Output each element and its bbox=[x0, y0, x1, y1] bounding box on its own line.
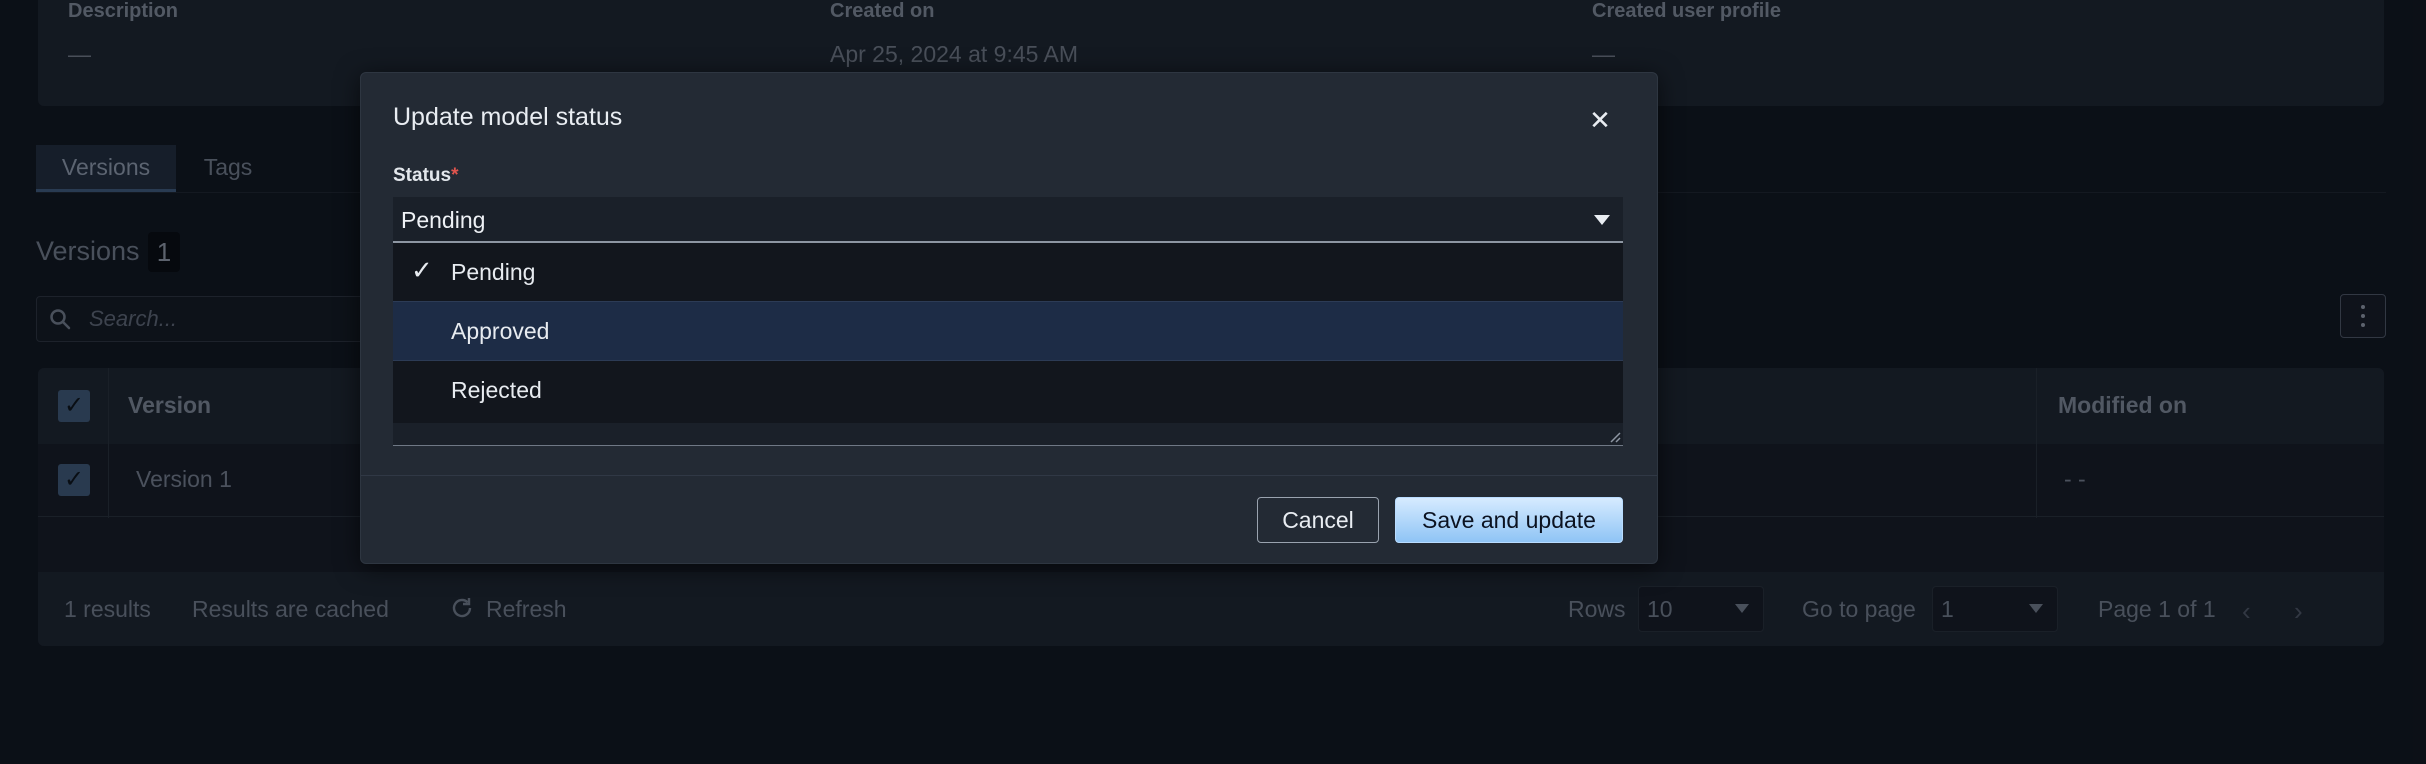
status-label-text: Status bbox=[393, 165, 452, 186]
save-and-update-button[interactable]: Save and update bbox=[1395, 497, 1623, 543]
option-label: Approved bbox=[451, 318, 550, 344]
cancel-button[interactable]: Cancel bbox=[1257, 497, 1379, 543]
chevron-down-icon bbox=[1594, 215, 1610, 225]
status-option-pending[interactable]: ✓ Pending bbox=[393, 243, 1623, 301]
option-label: Rejected bbox=[451, 377, 542, 403]
update-status-modal: Update model status ✕ Status* Pending ✓ … bbox=[360, 72, 1658, 564]
close-icon[interactable]: ✕ bbox=[1583, 103, 1617, 137]
option-label: Pending bbox=[451, 259, 536, 285]
description-textarea[interactable] bbox=[393, 423, 1623, 446]
status-option-approved[interactable]: Approved bbox=[393, 301, 1623, 361]
modal-title: Update model status bbox=[393, 103, 623, 131]
checkmark-icon: ✓ bbox=[411, 255, 433, 285]
status-label: Status* bbox=[393, 165, 458, 187]
status-select-value: Pending bbox=[401, 207, 486, 233]
resize-handle-icon[interactable] bbox=[1609, 431, 1621, 443]
required-marker: * bbox=[451, 165, 459, 186]
status-select[interactable]: Pending bbox=[393, 197, 1623, 243]
modal-footer-divider bbox=[361, 475, 1657, 476]
status-dropdown-list: ✓ Pending Approved Rejected bbox=[393, 243, 1623, 423]
status-option-rejected[interactable]: Rejected bbox=[393, 361, 1623, 419]
